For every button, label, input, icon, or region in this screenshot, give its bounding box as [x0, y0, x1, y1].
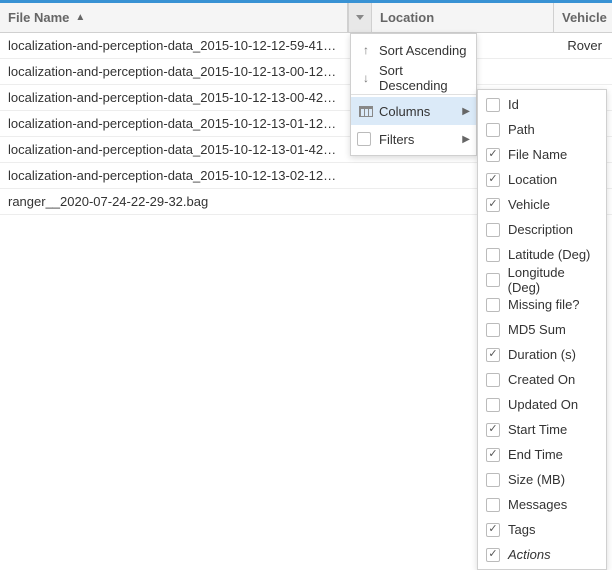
cell-file-name: localization-and-perception-data_2015-10…	[0, 85, 348, 110]
menu-item-sort-ascending[interactable]: ↑ Sort Ascending	[351, 36, 476, 64]
column-toggle-item[interactable]: Updated On	[478, 392, 606, 417]
menu-label: Sort Descending	[375, 63, 470, 93]
column-toggle-item[interactable]: Duration (s)	[478, 342, 606, 367]
checkbox-icon	[486, 498, 500, 512]
column-toggle-label: Actions	[508, 547, 551, 562]
column-toggle-label: Duration (s)	[508, 347, 576, 362]
column-header-menu: ↑ Sort Ascending ↓ Sort Descending Colum…	[350, 33, 477, 156]
column-toggle-label: End Time	[508, 447, 563, 462]
menu-label: Filters	[375, 132, 462, 147]
chevron-right-icon: ▶	[462, 106, 470, 117]
checkbox-icon	[486, 348, 500, 362]
column-toggle-label: Location	[508, 172, 557, 187]
column-toggle-label: Path	[508, 122, 535, 137]
column-toggle-label: Start Time	[508, 422, 567, 437]
column-toggle-label: Tags	[508, 522, 535, 537]
checkbox-icon	[486, 123, 500, 137]
cell-vehicle	[554, 59, 612, 84]
checkbox-icon	[486, 248, 500, 262]
menu-label: Sort Ascending	[375, 43, 470, 58]
checkbox-icon	[357, 132, 375, 146]
cell-file-name: localization-and-perception-data_2015-10…	[0, 163, 348, 188]
checkbox-icon	[486, 173, 500, 187]
checkbox-icon	[486, 323, 500, 337]
column-header-location[interactable]: Location	[372, 3, 554, 32]
column-toggle-label: Updated On	[508, 397, 578, 412]
column-header-file-name[interactable]: File Name ▲	[0, 3, 348, 32]
menu-item-sort-descending[interactable]: ↓ Sort Descending	[351, 64, 476, 92]
column-toggle-item[interactable]: MD5 Sum	[478, 317, 606, 342]
cell-file-name: ranger__2020-07-24-22-29-32.bag	[0, 189, 348, 214]
column-toggle-item[interactable]: End Time	[478, 442, 606, 467]
column-toggle-label: File Name	[508, 147, 567, 162]
column-toggle-label: Longitude (Deg)	[508, 265, 598, 295]
grid-header-row: File Name ▲ Location Vehicle	[0, 3, 612, 33]
arrow-down-icon: ↓	[357, 71, 375, 85]
column-toggle-item[interactable]: Created On	[478, 367, 606, 392]
column-toggle-item[interactable]: Description	[478, 217, 606, 242]
cell-file-name: localization-and-perception-data_2015-10…	[0, 137, 348, 162]
checkbox-icon	[486, 273, 500, 287]
cell-spacer	[348, 189, 372, 214]
cell-file-name: localization-and-perception-data_2015-10…	[0, 33, 348, 58]
checkbox-icon	[486, 373, 500, 387]
checkbox-icon	[486, 548, 500, 562]
column-toggle-label: Created On	[508, 372, 575, 387]
checkbox-icon	[486, 423, 500, 437]
column-toggle-item[interactable]: Latitude (Deg)	[478, 242, 606, 267]
checkbox-icon	[486, 523, 500, 537]
column-toggle-item[interactable]: Start Time	[478, 417, 606, 442]
column-toggle-label: Messages	[508, 497, 567, 512]
checkbox-icon	[486, 473, 500, 487]
column-header-vehicle[interactable]: Vehicle	[554, 3, 612, 32]
menu-item-filters[interactable]: Filters ▶	[351, 125, 476, 153]
table-row[interactable]: localization-and-perception-data_2015-10…	[0, 33, 612, 59]
column-toggle-item[interactable]: Vehicle	[478, 192, 606, 217]
column-toggle-label: Missing file?	[508, 297, 580, 312]
column-toggle-item[interactable]: Messages	[478, 492, 606, 517]
chevron-right-icon: ▶	[462, 134, 470, 145]
column-toggle-label: Latitude (Deg)	[508, 247, 590, 262]
column-toggle-label: MD5 Sum	[508, 322, 566, 337]
column-header-label: File Name	[8, 3, 69, 32]
columns-icon	[357, 106, 375, 117]
cell-spacer	[348, 163, 372, 188]
column-toggle-item[interactable]: File Name	[478, 142, 606, 167]
menu-separator	[351, 94, 476, 95]
column-toggle-item[interactable]: Tags	[478, 517, 606, 542]
column-header-label: Location	[380, 3, 434, 32]
menu-item-columns[interactable]: Columns ▶	[351, 97, 476, 125]
checkbox-icon	[486, 98, 500, 112]
checkbox-icon	[486, 223, 500, 237]
checkbox-icon	[486, 298, 500, 312]
sort-asc-icon: ▲	[75, 3, 85, 32]
menu-label: Columns	[375, 104, 462, 119]
column-header-label: Vehicle	[562, 3, 607, 32]
checkbox-icon	[486, 448, 500, 462]
checkbox-icon	[486, 148, 500, 162]
column-toggle-label: Vehicle	[508, 197, 550, 212]
column-toggle-item[interactable]: Longitude (Deg)	[478, 267, 606, 292]
column-toggle-item[interactable]: Id	[478, 92, 606, 117]
column-toggle-item[interactable]: Missing file?	[478, 292, 606, 317]
columns-submenu: Id Path File Name Location Vehicle Descriptio…	[477, 89, 607, 570]
table-row[interactable]: localization-and-perception-data_2015-10…	[0, 59, 612, 85]
cell-file-name: localization-and-perception-data_2015-10…	[0, 59, 348, 84]
checkbox-icon	[486, 198, 500, 212]
chevron-down-icon	[356, 15, 364, 20]
column-toggle-item[interactable]: Actions	[478, 542, 606, 567]
cell-vehicle: Rover	[554, 33, 612, 58]
column-toggle-item[interactable]: Path	[478, 117, 606, 142]
column-toggle-item[interactable]: Size (MB)	[478, 467, 606, 492]
cell-file-name: localization-and-perception-data_2015-10…	[0, 111, 348, 136]
column-toggle-label: Id	[508, 97, 519, 112]
column-toggle-item[interactable]: Location	[478, 167, 606, 192]
checkbox-icon	[486, 398, 500, 412]
column-toggle-label: Description	[508, 222, 573, 237]
arrow-up-icon: ↑	[357, 43, 375, 57]
column-menu-trigger[interactable]	[348, 3, 372, 32]
column-toggle-label: Size (MB)	[508, 472, 565, 487]
